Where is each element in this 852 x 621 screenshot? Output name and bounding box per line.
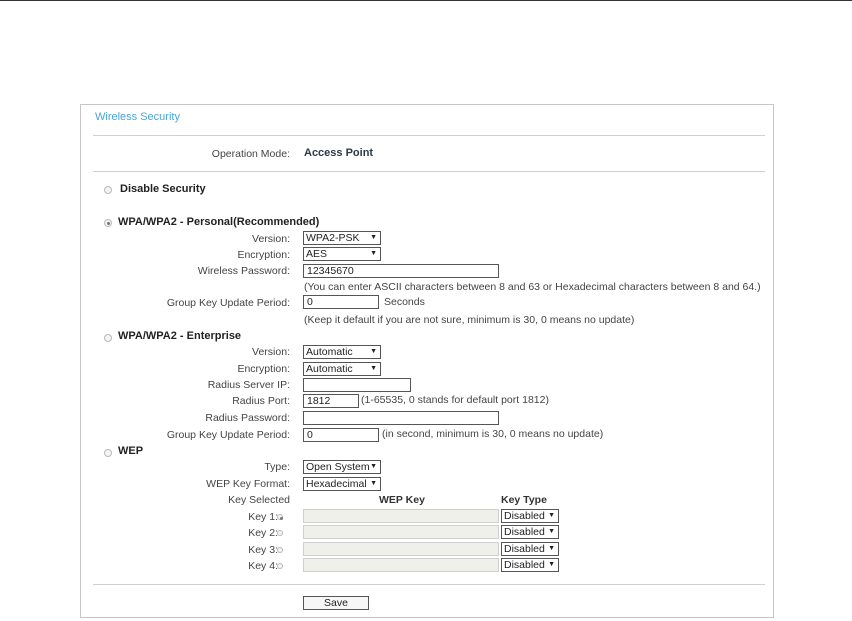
key-2-type-select[interactable]: Disabled ▼ [501, 525, 559, 539]
wpa-enterprise-encryption-value: Automatic [306, 363, 353, 375]
top-divider [0, 0, 852, 1]
disable-security-radio[interactable] [104, 186, 112, 194]
key-1-type-value: Disabled [504, 510, 545, 522]
dropdown-arrow-icon: ▼ [370, 234, 377, 241]
key-4-type-select[interactable]: Disabled ▼ [501, 558, 559, 572]
wpa-personal-version-label: Version: [252, 233, 290, 245]
wpa-enterprise-group-key-value: 0 [307, 429, 313, 441]
wpa-personal-group-key-hint: (Keep it default if you are not sure, mi… [304, 314, 635, 326]
key-1-type-select[interactable]: Disabled ▼ [501, 509, 559, 523]
save-button[interactable]: Save [303, 596, 369, 610]
dropdown-arrow-icon: ▼ [548, 528, 555, 535]
key-3-label: Key 3: [248, 544, 278, 556]
wpa-personal-group-key-unit: Seconds [384, 296, 425, 308]
radius-port-value: 1812 [307, 395, 331, 407]
radius-password-label: Radius Password: [205, 412, 290, 424]
key-4-label: Key 4: [248, 560, 278, 572]
wpa-personal-group-key-input[interactable]: 0 [303, 295, 379, 309]
wpa-personal-encryption-value: AES [306, 248, 328, 260]
dropdown-arrow-icon: ▼ [370, 463, 377, 470]
wep-key-format-value: Hexadecimal [306, 478, 367, 490]
wep-type-select[interactable]: Open System ▼ [303, 460, 381, 474]
wep-key-header: WEP Key [379, 494, 425, 506]
panel-title: Wireless Security [95, 111, 180, 123]
wpa-personal-password-hint: (You can enter ASCII characters between … [304, 281, 761, 293]
wpa-personal-radio[interactable] [104, 219, 112, 227]
key-1-label: Key 1: [248, 511, 278, 523]
key-3-type-select[interactable]: Disabled ▼ [501, 542, 559, 556]
wpa-personal-group-key-label: Group Key Update Period: [166, 297, 290, 309]
wpa-enterprise-group-key-hint: (in second, minimum is 30, 0 means no up… [382, 428, 604, 440]
radius-port-hint: (1-65535, 0 stands for default port 1812… [361, 394, 549, 406]
wpa-enterprise-encryption-select[interactable]: Automatic ▼ [303, 362, 381, 376]
wep-key-format-select[interactable]: Hexadecimal ▼ [303, 477, 381, 491]
dropdown-arrow-icon: ▼ [548, 512, 555, 519]
key-1-input[interactable] [303, 509, 499, 523]
key-2-label: Key 2: [248, 527, 278, 539]
wep-label: WEP [118, 445, 144, 457]
dropdown-arrow-icon: ▼ [370, 250, 377, 257]
key-2-input[interactable] [303, 525, 499, 539]
dropdown-arrow-icon: ▼ [370, 348, 377, 355]
dropdown-arrow-icon: ▼ [548, 561, 555, 568]
wpa-personal-password-input[interactable]: 12345670 [303, 264, 499, 278]
key-4-input[interactable] [303, 558, 499, 572]
wpa-personal-version-select[interactable]: WPA2-PSK ▼ [303, 231, 381, 245]
radius-port-label: Radius Port: [232, 395, 290, 407]
key-2-radio[interactable] [277, 530, 283, 536]
radius-server-ip-input[interactable] [303, 378, 411, 392]
wpa-personal-encryption-label: Encryption: [237, 249, 290, 261]
radius-port-input[interactable]: 1812 [303, 394, 359, 408]
radius-password-input[interactable] [303, 411, 499, 425]
wpa-personal-label: WPA/WPA2 - Personal(Recommended) [118, 216, 320, 228]
radius-server-ip-label: Radius Server IP: [207, 379, 290, 391]
wpa-personal-version-value: WPA2-PSK [306, 232, 360, 244]
mode-divider [93, 171, 765, 172]
key-type-header: Key Type [501, 494, 547, 506]
wpa-personal-group-key-value: 0 [307, 296, 313, 308]
wpa-enterprise-version-select[interactable]: Automatic ▼ [303, 345, 381, 359]
wpa-enterprise-group-key-label: Group Key Update Period: [166, 429, 290, 441]
wpa-personal-password-label: Wireless Password: [197, 265, 290, 277]
wpa-enterprise-group-key-input[interactable]: 0 [303, 428, 379, 442]
wpa-enterprise-label: WPA/WPA2 - Enterprise [118, 330, 242, 342]
key-4-type-value: Disabled [504, 559, 545, 571]
key-4-radio[interactable] [277, 563, 283, 569]
wep-key-format-label: WEP Key Format: [206, 478, 290, 490]
key-3-radio[interactable] [277, 547, 283, 553]
wpa-enterprise-version-value: Automatic [306, 346, 353, 358]
wep-radio[interactable] [104, 449, 112, 457]
footer-divider [93, 584, 765, 585]
wpa-personal-password-value: 12345670 [307, 265, 354, 277]
title-divider [93, 135, 765, 136]
operation-mode-value: Access Point [304, 147, 374, 159]
operation-mode-label: Operation Mode: [211, 148, 290, 160]
disable-security-label: Disable Security [120, 183, 206, 195]
key-selected-header: Key Selected [228, 494, 290, 506]
key-1-radio[interactable] [277, 514, 283, 520]
key-3-type-value: Disabled [504, 543, 545, 555]
key-3-input[interactable] [303, 542, 499, 556]
wep-type-value: Open System [306, 461, 370, 473]
dropdown-arrow-icon: ▼ [548, 545, 555, 552]
wpa-enterprise-encryption-label: Encryption: [237, 363, 290, 375]
dropdown-arrow-icon: ▼ [370, 480, 377, 487]
wep-type-label: Type: [264, 461, 290, 473]
key-2-type-value: Disabled [504, 526, 545, 538]
dropdown-arrow-icon: ▼ [370, 365, 377, 372]
wpa-enterprise-version-label: Version: [252, 346, 290, 358]
wireless-security-panel: Wireless Security Operation Mode: Access… [80, 104, 774, 618]
wpa-enterprise-radio[interactable] [104, 334, 112, 342]
wpa-personal-encryption-select[interactable]: AES ▼ [303, 247, 381, 261]
